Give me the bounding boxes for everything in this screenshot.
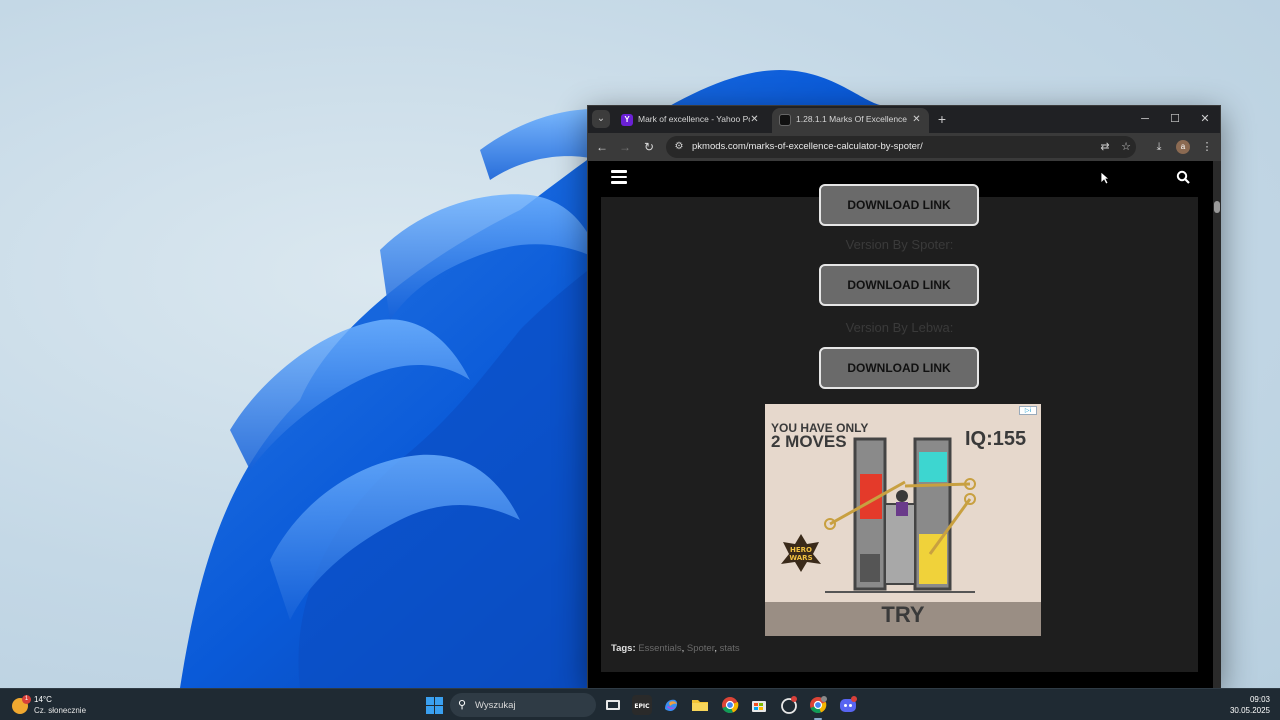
version-label: Version By Spoter: bbox=[845, 237, 954, 252]
mouse-cursor-icon bbox=[1100, 171, 1110, 185]
app-icon-with-notification[interactable] bbox=[779, 695, 799, 715]
hamburger-menu-icon[interactable] bbox=[611, 170, 627, 184]
clock-date: 30.05.2025 bbox=[1229, 706, 1270, 715]
back-button[interactable]: ← bbox=[593, 138, 611, 156]
svg-text:WARS: WARS bbox=[789, 554, 812, 562]
discord-icon[interactable] bbox=[838, 695, 858, 715]
page-viewport: DOWNLOAD LINK Version By Spoter: DOWNLOA… bbox=[588, 161, 1213, 688]
version-label: Version By Lebwa: bbox=[845, 320, 954, 335]
tab-title: Mark of excellence - Yahoo Polska bbox=[638, 114, 750, 124]
tab-strip: ⌄ Y Mark of excellence - Yahoo Polska ✕ … bbox=[588, 106, 1220, 133]
task-view-icon[interactable] bbox=[603, 695, 623, 715]
hero-wars-logo: HERO WARS bbox=[781, 534, 821, 572]
site-info-icon[interactable]: ⚙ bbox=[672, 140, 686, 154]
browser-toolbar: ← → ↻ ⚙ pkmods.com/marks-of-excellence-c… bbox=[588, 133, 1220, 161]
menu-kebab-icon[interactable]: ⋮ bbox=[1198, 138, 1216, 156]
post-tags: Tags: Essentials, Spoter, stats bbox=[611, 643, 740, 654]
profile-avatar[interactable]: a bbox=[1176, 140, 1190, 154]
tags-label: Tags: bbox=[611, 643, 636, 654]
yahoo-favicon-icon: Y bbox=[621, 114, 633, 126]
ad-cta[interactable]: TRY bbox=[765, 602, 1041, 628]
download-link-button[interactable]: DOWNLOAD LINK bbox=[819, 184, 979, 226]
chrome-icon[interactable] bbox=[720, 695, 740, 715]
translate-icon[interactable]: ⇄ bbox=[1097, 140, 1113, 154]
article-content: DOWNLOAD LINK Version By Spoter: DOWNLOA… bbox=[601, 184, 1198, 672]
tab-close-icon[interactable]: ✕ bbox=[748, 113, 761, 126]
svg-text:HERO: HERO bbox=[790, 546, 812, 554]
browser-window: ⌄ Y Mark of excellence - Yahoo Polska ✕ … bbox=[587, 105, 1221, 688]
pkmods-favicon-icon bbox=[779, 114, 791, 126]
weather-temp: 14°C bbox=[34, 695, 52, 704]
notification-badge: 1 bbox=[22, 695, 31, 704]
scrollbar-thumb[interactable] bbox=[1214, 201, 1220, 213]
new-tab-button[interactable]: + bbox=[934, 111, 950, 127]
close-window-button[interactable]: ✕ bbox=[1191, 110, 1219, 128]
epic-games-icon[interactable]: EPIC bbox=[632, 695, 652, 715]
advertisement[interactable]: ▷ⅰ YOU HAVE ONLY 2 MOVES IQ:155 TRY HERO… bbox=[765, 404, 1041, 636]
download-link-button[interactable]: DOWNLOAD LINK bbox=[819, 264, 979, 306]
tag-link[interactable]: stats bbox=[720, 643, 740, 654]
reload-button[interactable]: ↻ bbox=[640, 138, 658, 156]
weather-condition: Cz. słonecznie bbox=[34, 706, 87, 715]
bookmark-star-icon[interactable]: ☆ bbox=[1118, 140, 1134, 154]
tab-close-icon[interactable]: ✕ bbox=[910, 113, 923, 126]
site-search-icon[interactable] bbox=[1176, 170, 1190, 184]
taskbar-search[interactable]: ⚲ Wyszukaj bbox=[450, 693, 596, 717]
tab-pkmods[interactable]: 1.28.1.1 Marks Of Excellence Calculator … bbox=[772, 108, 929, 133]
address-bar[interactable]: ⚙ pkmods.com/marks-of-excellence-calcula… bbox=[666, 136, 1136, 158]
tab-search-button[interactable]: ⌄ bbox=[592, 110, 610, 128]
tab-yahoo[interactable]: Y Mark of excellence - Yahoo Polska ✕ bbox=[614, 108, 767, 133]
svg-text:EPIC: EPIC bbox=[634, 703, 650, 710]
copilot-icon[interactable] bbox=[661, 695, 681, 715]
tag-link[interactable]: Essentials bbox=[638, 643, 681, 654]
downloads-icon[interactable]: ⤓ bbox=[1150, 138, 1168, 156]
clock-time: 09:03 bbox=[1249, 695, 1270, 704]
windows-start-icon[interactable] bbox=[424, 695, 444, 715]
tag-link[interactable]: Spoter bbox=[687, 643, 714, 654]
minimize-button[interactable]: ─ bbox=[1131, 110, 1159, 128]
maximize-button[interactable]: ☐ bbox=[1161, 110, 1189, 128]
tab-title: 1.28.1.1 Marks Of Excellence Calculator bbox=[796, 114, 908, 124]
chrome-active-icon[interactable] bbox=[808, 695, 828, 715]
url-text: pkmods.com/marks-of-excellence-calculato… bbox=[692, 141, 923, 152]
file-explorer-icon[interactable] bbox=[690, 695, 710, 715]
search-icon: ⚲ bbox=[458, 699, 467, 711]
system-clock[interactable]: 09:03 30.05.2025 bbox=[1220, 694, 1270, 716]
download-link-button[interactable]: DOWNLOAD LINK bbox=[819, 347, 979, 389]
page-scrollbar[interactable] bbox=[1213, 161, 1221, 688]
microsoft-store-icon[interactable] bbox=[749, 695, 769, 715]
forward-button[interactable]: → bbox=[616, 138, 634, 156]
taskbar: 1 14°C Cz. słonecznie ⚲ Wyszukaj EPIC 09… bbox=[0, 688, 1280, 720]
search-placeholder: Wyszukaj bbox=[475, 700, 516, 711]
